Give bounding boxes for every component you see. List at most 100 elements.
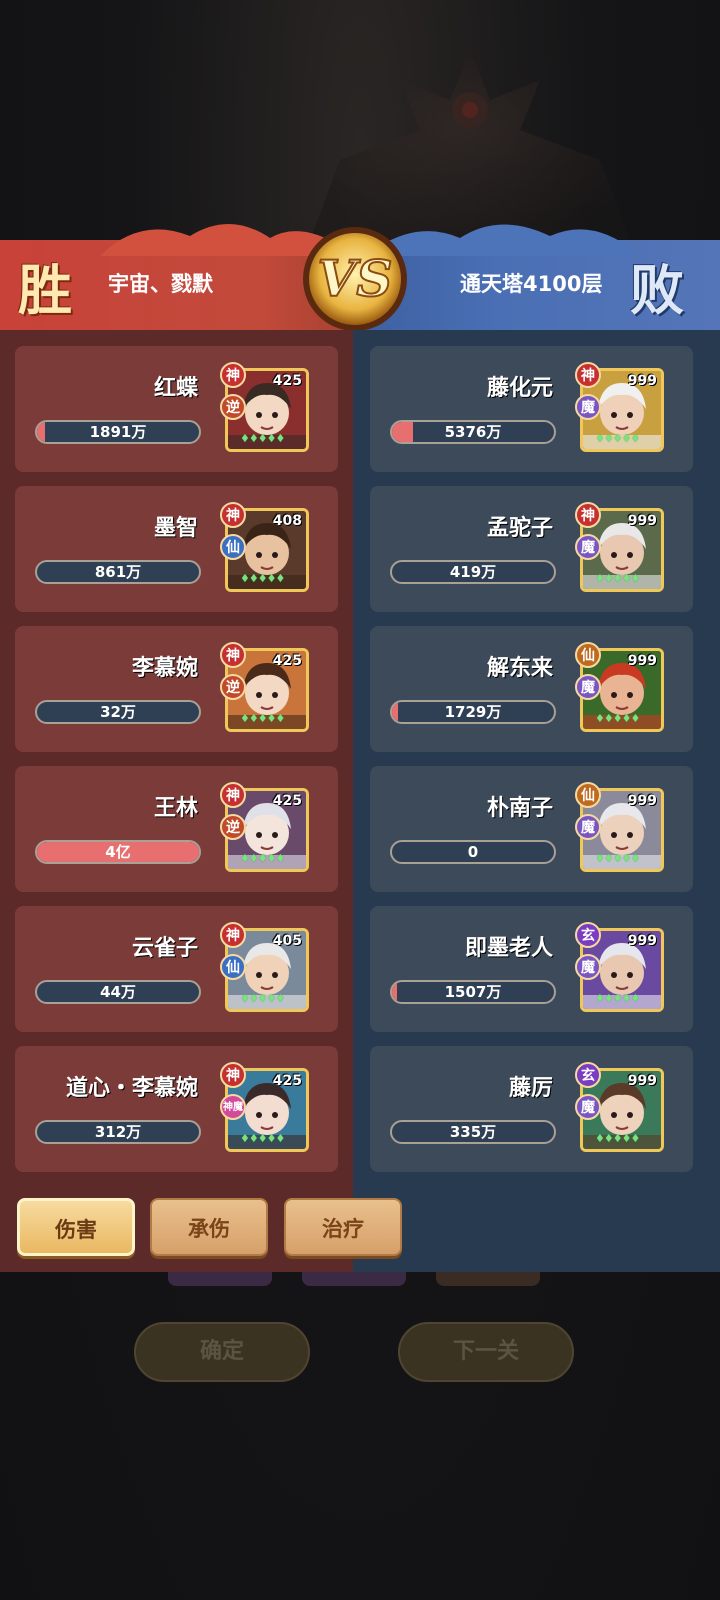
victory-hero-card[interactable]: 李慕婉 32万 425 ♦♦♦♦♦ 神逆	[15, 626, 338, 752]
hero-name: 王林	[153, 796, 198, 821]
hero-name: 孟驼子	[486, 516, 553, 541]
victory-hero-card[interactable]: 墨智 861万 408 ♦♦♦♦♦ 神仙	[15, 486, 338, 612]
star-gems-icon: ♦♦♦♦♦	[595, 1132, 640, 1145]
hero-level: 999	[627, 653, 657, 669]
victory-hero-card[interactable]: 道心・李慕婉 312万 425 ♦♦♦♦♦ 神神魔	[15, 1046, 338, 1172]
hero-level: 425	[272, 793, 302, 809]
victory-mark: 胜	[18, 258, 72, 322]
stat-bar: 1891万	[35, 420, 201, 444]
boss-silhouette-image	[310, 50, 630, 240]
star-gems-icon: ♦♦♦♦♦	[595, 432, 640, 445]
class-badge: 逆	[220, 394, 246, 420]
vs-text: VS	[318, 249, 393, 308]
victory-hero-card[interactable]: 王林 4亿 425 ♦♦♦♦♦ 神逆	[15, 766, 338, 892]
faction-badge: 神	[220, 922, 246, 948]
tab-healing[interactable]: 治疗	[284, 1198, 402, 1256]
star-gems-icon: ♦♦♦♦♦	[595, 712, 640, 725]
hero-level: 408	[272, 513, 302, 529]
hero-name: 道心・李慕婉	[65, 1076, 198, 1101]
hero-level: 425	[272, 653, 302, 669]
dim-strip	[168, 1272, 272, 1286]
star-gems-icon: ♦♦♦♦♦	[595, 572, 640, 585]
next-level-button[interactable]: 下一关	[398, 1322, 574, 1382]
star-gems-icon: ♦♦♦♦♦	[240, 852, 285, 865]
hero-level: 999	[627, 933, 657, 949]
faction-badge: 神	[220, 782, 246, 808]
stat-value: 4亿	[105, 843, 131, 861]
faction-badge: 玄	[575, 1062, 601, 1088]
hero-level: 425	[272, 1073, 302, 1089]
class-badge: 仙	[220, 534, 246, 560]
stat-bar: 1507万	[390, 980, 556, 1004]
hero-level: 999	[627, 513, 657, 529]
hero-name: 解东来	[486, 656, 553, 681]
stat-value: 335万	[449, 1123, 497, 1141]
faction-badge: 神	[220, 642, 246, 668]
stat-bar: 4亿	[35, 840, 201, 864]
star-gems-icon: ♦♦♦♦♦	[240, 1132, 285, 1145]
faction-badge: 神	[220, 1062, 246, 1088]
hero-name: 云雀子	[131, 936, 198, 961]
class-badge: 仙	[220, 954, 246, 980]
stat-value: 312万	[94, 1123, 142, 1141]
wave-decoration-icon	[380, 224, 640, 256]
stat-value: 44万	[100, 983, 136, 1001]
dim-strip	[302, 1272, 406, 1286]
class-badge: 魔	[575, 394, 601, 420]
class-badge: 魔	[575, 534, 601, 560]
class-badge: 魔	[575, 954, 601, 980]
faction-badge: 仙	[575, 782, 601, 808]
tab-damage[interactable]: 伤害	[17, 1198, 135, 1256]
enemy-team-name: 通天塔4100层	[460, 272, 603, 296]
faction-badge: 神	[575, 502, 601, 528]
stat-value: 5376万	[444, 423, 502, 441]
faction-badge: 神	[220, 502, 246, 528]
hero-level: 999	[627, 1073, 657, 1089]
hero-name: 即墨老人	[464, 936, 553, 961]
hero-name: 李慕婉	[131, 656, 198, 681]
stat-bar: 0	[390, 840, 556, 864]
faction-badge: 神	[220, 362, 246, 388]
defeat-hero-card[interactable]: 孟驼子 419万 999 ♦♦♦♦♦ 神魔	[370, 486, 693, 612]
vs-emblem-icon: VS	[303, 227, 407, 331]
hero-level: 999	[627, 373, 657, 389]
tab-damage-taken[interactable]: 承伤	[150, 1198, 268, 1256]
victory-hero-card[interactable]: 云雀子 44万 405 ♦♦♦♦♦ 神仙	[15, 906, 338, 1032]
faction-badge: 仙	[575, 642, 601, 668]
defeat-mark: 败	[630, 258, 684, 322]
stat-value: 419万	[449, 563, 497, 581]
victory-hero-card[interactable]: 红蝶 1891万 425 ♦♦♦♦♦ 神逆	[15, 346, 338, 472]
class-badge: 逆	[220, 814, 246, 840]
star-gems-icon: ♦♦♦♦♦	[240, 712, 285, 725]
defeat-hero-card[interactable]: 藤厉 335万 999 ♦♦♦♦♦ 玄魔	[370, 1046, 693, 1172]
stat-value: 1891万	[89, 423, 147, 441]
class-badge: 神魔	[220, 1094, 246, 1120]
hero-level: 405	[272, 933, 302, 949]
hero-name: 朴南子	[486, 796, 553, 821]
stat-bar: 861万	[35, 560, 201, 584]
hero-level: 425	[272, 373, 302, 389]
defeat-hero-card[interactable]: 藤化元 5376万 999 ♦♦♦♦♦ 神魔	[370, 346, 693, 472]
confirm-button[interactable]: 确定	[134, 1322, 310, 1382]
stat-bar: 44万	[35, 980, 201, 1004]
class-badge: 逆	[220, 674, 246, 700]
defeat-hero-card[interactable]: 解东来 1729万 999 ♦♦♦♦♦ 仙魔	[370, 626, 693, 752]
stat-value: 0	[467, 843, 479, 861]
stat-value: 1729万	[444, 703, 502, 721]
class-badge: 魔	[575, 1094, 601, 1120]
stat-bar: 335万	[390, 1120, 556, 1144]
faction-badge: 神	[575, 362, 601, 388]
stat-value: 861万	[94, 563, 142, 581]
hero-name: 墨智	[153, 516, 198, 541]
stat-value: 1507万	[444, 983, 502, 1001]
defeat-hero-card[interactable]: 即墨老人 1507万 999 ♦♦♦♦♦ 玄魔	[370, 906, 693, 1032]
hero-name: 红蝶	[153, 376, 198, 401]
stat-bar: 32万	[35, 700, 201, 724]
hero-name: 藤化元	[486, 376, 553, 401]
stat-bar: 1729万	[390, 700, 556, 724]
dim-strip	[436, 1272, 540, 1286]
stat-bar: 312万	[35, 1120, 201, 1144]
star-gems-icon: ♦♦♦♦♦	[240, 992, 285, 1005]
player-team-name: 宇宙、戮默	[108, 272, 213, 296]
defeat-hero-card[interactable]: 朴南子 0 999 ♦♦♦♦♦ 仙魔	[370, 766, 693, 892]
